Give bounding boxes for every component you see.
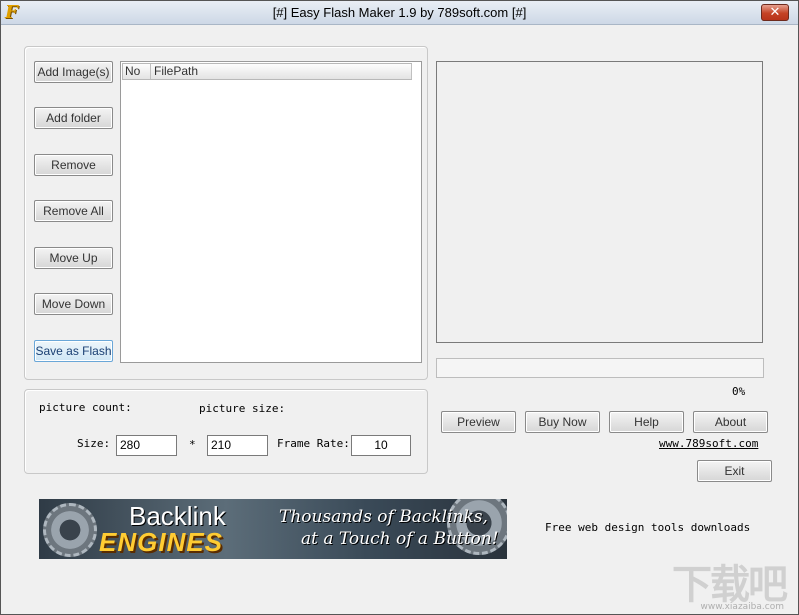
buy-now-button[interactable]: Buy Now <box>525 411 600 433</box>
add-folder-button[interactable]: Add folder <box>34 107 113 129</box>
title-bar[interactable]: F [#] Easy Flash Maker 1.9 by 789soft.co… <box>1 1 798 25</box>
progress-percent: 0% <box>732 385 746 398</box>
move-up-button[interactable]: Move Up <box>34 247 113 269</box>
watermark-url: www.xiazaiba.com <box>700 602 784 612</box>
save-as-flash-button[interactable]: Save as Flash <box>34 340 113 362</box>
file-list-header: No FilePath <box>122 63 412 80</box>
close-button[interactable]: ✕ <box>761 4 789 21</box>
help-button[interactable]: Help <box>609 411 684 433</box>
preview-button[interactable]: Preview <box>441 411 516 433</box>
picture-size-label: picture size: <box>199 402 286 415</box>
remove-all-button[interactable]: Remove All <box>34 200 113 222</box>
times-symbol: * <box>189 438 196 451</box>
frame-rate-label: Frame Rate: <box>277 437 350 450</box>
column-header-no[interactable]: No <box>123 64 151 79</box>
size-label: Size: <box>77 437 111 450</box>
remove-button[interactable]: Remove <box>34 154 113 176</box>
banner-tagline-2: at a Touch of a Button! <box>301 529 499 549</box>
preview-area <box>436 61 763 343</box>
banner-title-engines: ENGINES <box>99 527 224 557</box>
banner-tagline-1: Thousands of Backlinks, <box>279 507 488 527</box>
gear-icon <box>43 503 97 557</box>
exit-button[interactable]: Exit <box>697 460 772 482</box>
move-down-button[interactable]: Move Down <box>34 293 113 315</box>
add-images-button[interactable]: Add Image(s) <box>34 61 113 83</box>
frame-rate-input[interactable]: 10 <box>351 435 411 456</box>
height-input[interactable]: 210 <box>207 435 268 456</box>
backlink-engines-banner[interactable]: Backlink ENGINES Thousands of Backlinks,… <box>39 499 507 559</box>
width-input[interactable]: 280 <box>116 435 177 456</box>
file-list[interactable]: No FilePath <box>120 61 422 363</box>
column-header-filepath[interactable]: FilePath <box>152 64 412 79</box>
picture-count-label: picture count: <box>39 401 132 414</box>
window-title: [#] Easy Flash Maker 1.9 by 789soft.com … <box>272 5 527 20</box>
main-window: F [#] Easy Flash Maker 1.9 by 789soft.co… <box>0 0 799 615</box>
about-button[interactable]: About <box>693 411 768 433</box>
progress-bar <box>436 358 764 378</box>
promo-text: Free web design tools downloads <box>545 521 751 534</box>
website-link[interactable]: www.789soft.com <box>659 437 758 450</box>
